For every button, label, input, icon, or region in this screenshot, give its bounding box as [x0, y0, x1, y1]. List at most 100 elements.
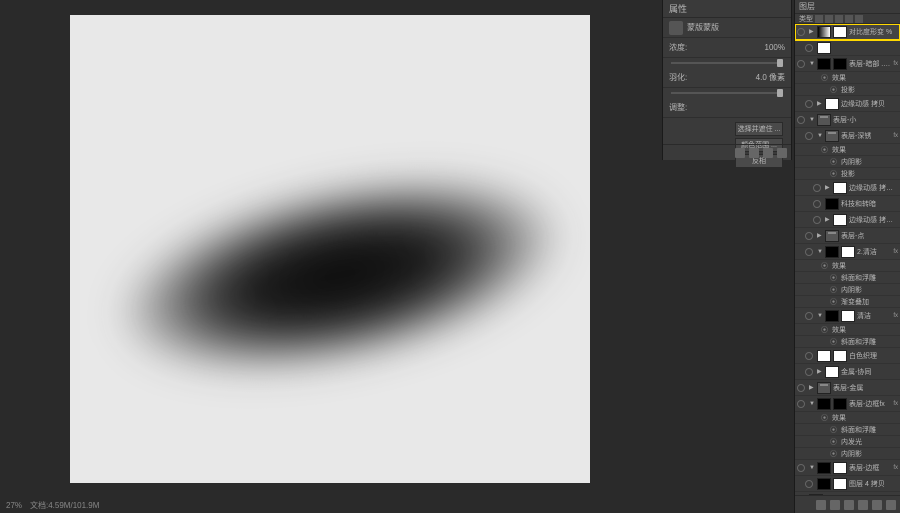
- effects-header[interactable]: ⦿效果: [795, 324, 900, 336]
- expand-arrow-icon[interactable]: ▼: [809, 401, 815, 407]
- layer-thumbnail[interactable]: [825, 198, 839, 210]
- layers-list[interactable]: ▶对比度形变 %▼表层-暗部 ... fxfx⦿效果⦿投影▶边缘动感 拷贝▼表层…: [795, 24, 900, 495]
- layer-thumbnail[interactable]: [833, 214, 847, 226]
- fx-badge[interactable]: fx: [893, 61, 898, 67]
- select-and-mask-button[interactable]: 选择并遮住 ...: [735, 122, 783, 136]
- canvas-area[interactable]: [0, 0, 660, 498]
- layer-row[interactable]: 科技和转暗: [795, 196, 900, 212]
- mask-thumbnail[interactable]: [833, 398, 847, 410]
- effect-item[interactable]: ⦿渐变叠加: [795, 296, 900, 308]
- effects-header[interactable]: ⦿效果: [795, 260, 900, 272]
- load-selection-icon[interactable]: [735, 148, 745, 158]
- effect-item[interactable]: ⦿投影: [795, 84, 900, 96]
- layer-thumbnail[interactable]: [825, 310, 839, 322]
- feather-value[interactable]: 4.0 像素: [756, 72, 785, 83]
- layer-thumbnail[interactable]: [817, 478, 831, 490]
- layer-name[interactable]: 表层-金属: [833, 383, 898, 393]
- layer-thumbnail[interactable]: [817, 398, 831, 410]
- layer-name[interactable]: 表层-深锈: [841, 131, 891, 141]
- layer-row[interactable]: ▼表层-边框fx: [795, 460, 900, 476]
- apply-mask-icon[interactable]: [749, 148, 759, 158]
- effect-item[interactable]: ⦿斜面和浮雕: [795, 336, 900, 348]
- fx-badge[interactable]: fx: [893, 249, 898, 255]
- visibility-toggle-icon[interactable]: [805, 248, 813, 256]
- expand-arrow-icon[interactable]: ▼: [809, 465, 815, 471]
- mask-thumbnail[interactable]: [833, 350, 847, 362]
- visibility-toggle-icon[interactable]: [813, 184, 821, 192]
- visibility-toggle-icon[interactable]: [805, 368, 813, 376]
- visibility-toggle-icon[interactable]: [805, 44, 813, 52]
- filter-smart-icon[interactable]: [855, 15, 863, 23]
- mask-thumbnail[interactable]: [833, 462, 847, 474]
- expand-arrow-icon[interactable]: ▶: [817, 232, 823, 239]
- layer-row[interactable]: 图层 4 拷贝: [795, 476, 900, 492]
- layer-thumbnail[interactable]: [825, 246, 839, 258]
- expand-arrow-icon[interactable]: ▼: [809, 61, 815, 67]
- layer-group[interactable]: ▼表层-深锈fx: [795, 128, 900, 144]
- expand-arrow-icon[interactable]: ▶: [809, 28, 815, 35]
- visibility-toggle-icon[interactable]: [805, 312, 813, 320]
- properties-tab[interactable]: 属性: [663, 0, 791, 18]
- layer-mask-icon[interactable]: [844, 500, 854, 510]
- visibility-toggle-icon[interactable]: [813, 216, 821, 224]
- visibility-toggle-icon[interactable]: [797, 28, 805, 36]
- expand-arrow-icon[interactable]: ▶: [817, 368, 823, 375]
- layer-name[interactable]: 清洁: [857, 311, 891, 321]
- effect-item[interactable]: ⦿内发光: [795, 436, 900, 448]
- layer-name[interactable]: 边缘动感 拷贝 3: [849, 215, 898, 225]
- layer-row[interactable]: ▶ 边缘动感 拷贝 2: [795, 180, 900, 196]
- delete-mask-icon[interactable]: [777, 148, 787, 158]
- new-layer-icon[interactable]: [872, 500, 882, 510]
- layer-thumbnail[interactable]: [817, 26, 831, 38]
- feather-slider[interactable]: [671, 92, 783, 94]
- layer-row[interactable]: ▶ 金属-协同: [795, 364, 900, 380]
- layer-style-icon[interactable]: [830, 500, 840, 510]
- canvas[interactable]: [70, 15, 590, 483]
- filter-shape-icon[interactable]: [845, 15, 853, 23]
- link-layers-icon[interactable]: [816, 500, 826, 510]
- layer-name[interactable]: 金属-协同: [841, 367, 898, 377]
- fx-badge[interactable]: fx: [893, 401, 898, 407]
- layers-filter-bar[interactable]: 类型: [795, 14, 900, 24]
- effect-item[interactable]: ⦿斜面和浮雕: [795, 424, 900, 436]
- effects-header[interactable]: ⦿效果: [795, 144, 900, 156]
- filter-type-icon[interactable]: [835, 15, 843, 23]
- layer-name[interactable]: 对比度形变 %: [849, 27, 898, 37]
- fx-badge[interactable]: fx: [893, 313, 898, 319]
- effect-item[interactable]: ⦿内阴影: [795, 448, 900, 460]
- layer-name[interactable]: 2.清洁: [857, 247, 891, 257]
- fx-badge[interactable]: fx: [893, 465, 898, 471]
- expand-arrow-icon[interactable]: ▶: [809, 384, 815, 391]
- layer-row[interactable]: ▶ 对比度形变 %: [795, 24, 900, 40]
- layer-row[interactable]: ▼ 2.清洁fx: [795, 244, 900, 260]
- layer-thumbnail[interactable]: [817, 350, 831, 362]
- mask-thumbnail[interactable]: [841, 310, 855, 322]
- layer-name[interactable]: 图层 4 拷贝: [849, 479, 898, 489]
- layer-thumbnail[interactable]: [817, 42, 831, 54]
- effect-item[interactable]: ⦿投影: [795, 168, 900, 180]
- layer-group[interactable]: ▶ 表层-金属: [795, 380, 900, 396]
- layer-row[interactable]: ▼清洁fx: [795, 308, 900, 324]
- layer-name[interactable]: 边缘动感 拷贝: [841, 99, 898, 109]
- mask-thumbnail[interactable]: [841, 246, 855, 258]
- mask-thumbnail[interactable]: [833, 58, 847, 70]
- visibility-toggle-icon[interactable]: [797, 464, 805, 472]
- filter-adjust-icon[interactable]: [825, 15, 833, 23]
- layer-row[interactable]: ▼ 表层-暗部 ... fxfx: [795, 56, 900, 72]
- layer-row[interactable]: ▶边缘动感 拷贝 3: [795, 212, 900, 228]
- expand-arrow-icon[interactable]: ▼: [817, 249, 823, 255]
- fx-badge[interactable]: fx: [893, 133, 898, 139]
- visibility-toggle-icon[interactable]: [797, 60, 805, 68]
- mask-thumbnail[interactable]: [833, 26, 847, 38]
- visibility-toggle-icon[interactable]: [805, 352, 813, 360]
- layer-name[interactable]: 白色织理: [849, 351, 898, 361]
- layer-thumbnail[interactable]: [825, 98, 839, 110]
- layer-thumbnail[interactable]: [817, 462, 831, 474]
- density-slider[interactable]: [671, 62, 783, 64]
- layer-name[interactable]: 表层-暗部 ... fx: [849, 59, 891, 69]
- layer-name[interactable]: 表层-边框fx: [849, 399, 891, 409]
- mask-thumbnail[interactable]: [833, 478, 847, 490]
- layer-name[interactable]: 边缘动感 拷贝 2: [849, 183, 898, 193]
- expand-arrow-icon[interactable]: ▶: [825, 184, 831, 191]
- filter-pixel-icon[interactable]: [815, 15, 823, 23]
